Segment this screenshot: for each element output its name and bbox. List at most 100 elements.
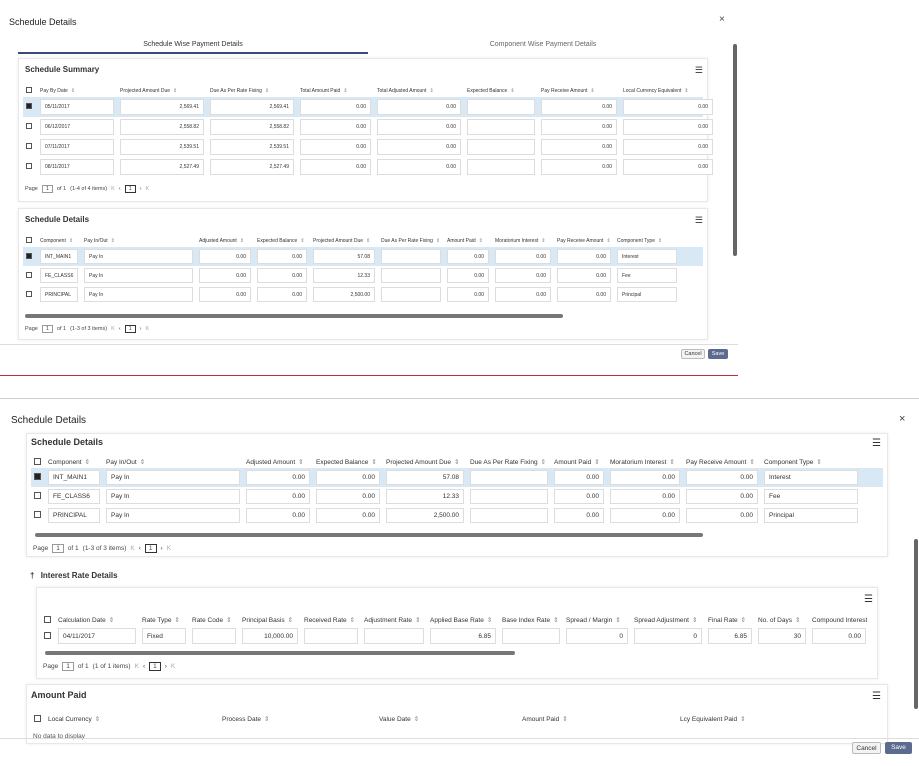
column-header[interactable]: Pay In/Out ⇕ xyxy=(81,238,196,244)
sort-icon[interactable]: ⇕ xyxy=(265,88,269,94)
column-header[interactable]: Calculation Date ⇕ xyxy=(55,616,139,624)
select-all-checkbox[interactable] xyxy=(44,615,51,623)
column-header[interactable]: Applied Base Rate ⇕ xyxy=(427,616,499,624)
column-header[interactable]: Component ⇕ xyxy=(37,238,81,244)
table-row[interactable]: PRINCIPAL Pay In 0.00 0.00 2,500.00 0.00 0.00 0… xyxy=(23,285,703,304)
column-header[interactable]: Adjustment Rate ⇕ xyxy=(361,616,427,624)
column-header[interactable]: Base Index Rate ⇕ xyxy=(499,616,563,624)
row-checkbox[interactable] xyxy=(26,290,32,297)
column-header[interactable]: Lcy Equivalent Paid ⇕ xyxy=(677,715,847,723)
sort-icon[interactable]: ⇕ xyxy=(749,459,754,466)
sort-icon[interactable]: ⇕ xyxy=(71,88,75,94)
sort-icon[interactable]: ⇕ xyxy=(175,617,180,624)
row-checkbox[interactable] xyxy=(44,631,51,639)
sort-icon[interactable]: ⇕ xyxy=(594,459,599,466)
column-menu-icon[interactable]: ☰ xyxy=(695,65,703,76)
row-checkbox[interactable] xyxy=(34,473,41,480)
sort-icon[interactable]: ⇕ xyxy=(816,459,821,466)
sort-icon[interactable]: ⇕ xyxy=(562,716,567,723)
column-header[interactable]: Due As Per Rate Fixing ⇕ xyxy=(207,88,297,94)
sort-icon[interactable]: ⇕ xyxy=(173,88,177,94)
first-page-icon[interactable]: K xyxy=(130,545,134,552)
page-number-input[interactable]: 1 xyxy=(41,185,53,193)
column-header[interactable]: Component ⇕ xyxy=(45,458,103,466)
sort-icon[interactable]: ⇕ xyxy=(553,617,558,624)
column-header[interactable]: Amount Paid ⇕ xyxy=(551,458,607,466)
column-header[interactable]: Total Adjusted Amount ⇕ xyxy=(374,88,464,94)
row-checkbox[interactable] xyxy=(26,103,32,109)
current-page-button[interactable]: 1 xyxy=(144,544,157,553)
sort-icon[interactable]: ⇕ xyxy=(606,238,610,244)
sort-icon[interactable]: ⇕ xyxy=(300,238,304,244)
vertical-scrollbar[interactable] xyxy=(733,44,737,256)
table-row[interactable]: 07/11/2017 2,539.51 2,539.51 0.00 0.00 0.00 0.… xyxy=(23,137,713,157)
column-header[interactable]: Expected Balance ⇕ xyxy=(464,88,538,94)
table-row[interactable]: INT_MAIN1 Pay In 0.00 0.00 57.08 0.00 0.00 0.00… xyxy=(31,468,883,487)
column-header[interactable]: Component Type ⇕ xyxy=(614,238,680,244)
sort-icon[interactable]: ⇕ xyxy=(111,238,115,244)
sort-icon[interactable]: ⇕ xyxy=(658,238,662,244)
sort-icon[interactable]: ⇕ xyxy=(69,238,73,244)
first-page-icon[interactable]: K xyxy=(111,186,115,192)
table-row[interactable]: FE_CLASS6 Pay In 0.00 0.00 12.33 0.00 0.00 0.00… xyxy=(31,487,883,506)
last-page-icon[interactable]: K xyxy=(146,326,150,332)
column-header[interactable]: Expected Balance ⇕ xyxy=(313,458,383,466)
horizontal-scrollbar[interactable] xyxy=(35,533,703,537)
sort-icon[interactable]: ⇕ xyxy=(350,617,355,624)
column-header[interactable]: Spread Adjustment ⇕ xyxy=(631,616,705,624)
column-header[interactable]: Moratorium Interest ⇕ xyxy=(492,238,554,244)
column-header[interactable]: Amount Paid ⇕ xyxy=(519,715,677,723)
column-menu-icon[interactable]: ☰ xyxy=(872,691,881,702)
save-button[interactable]: Save xyxy=(885,742,912,754)
column-header[interactable]: Received Rate ⇕ xyxy=(301,616,361,624)
sort-icon[interactable]: ⇕ xyxy=(541,459,546,466)
cancel-button[interactable]: Cancel xyxy=(852,742,881,754)
table-row[interactable]: 05/11/2017 2,569.41 2,569.41 0.00 0.00 0.00 0.… xyxy=(23,97,713,117)
table-row[interactable]: FE_CLASS6 Pay In 0.00 0.00 12.33 0.00 0.00 0.00… xyxy=(23,266,703,285)
column-header[interactable]: Total Amount Paid ⇕ xyxy=(297,88,374,94)
sort-icon[interactable]: ⇕ xyxy=(109,617,114,624)
column-header[interactable]: Process Date ⇕ xyxy=(219,715,376,723)
horizontal-scrollbar[interactable] xyxy=(45,651,515,655)
sort-icon[interactable]: ⇕ xyxy=(371,459,376,466)
sort-icon[interactable]: ⇕ xyxy=(615,617,620,624)
table-row[interactable]: 08/11/2017 2,527.49 2,527.49 0.00 0.00 0.00 0.… xyxy=(23,157,713,177)
last-page-icon[interactable]: K xyxy=(167,545,171,552)
row-checkbox[interactable] xyxy=(26,163,32,169)
column-header[interactable]: Value Date ⇕ xyxy=(376,715,519,723)
page-number-input[interactable]: 1 xyxy=(41,325,53,333)
last-page-icon[interactable]: K xyxy=(146,186,150,192)
current-page-button[interactable]: 1 xyxy=(149,662,161,671)
column-header[interactable]: Pay In/Out ⇕ xyxy=(103,458,243,466)
first-page-icon[interactable]: K xyxy=(111,326,115,332)
cancel-button[interactable]: Cancel xyxy=(681,349,705,359)
column-header[interactable]: Due As Per Rate Fixing ⇕ xyxy=(467,458,551,466)
column-header[interactable]: Adjusted Amount ⇕ xyxy=(243,458,313,466)
column-header[interactable]: Pay Receive Amount ⇕ xyxy=(554,238,614,244)
page-number-input[interactable]: 1 xyxy=(62,662,74,671)
table-row[interactable]: 06/12/2017 2,558.82 2,558.82 0.00 0.00 0.00 0.… xyxy=(23,117,713,137)
column-header[interactable]: No. of Days ⇕ xyxy=(755,616,809,624)
sort-icon[interactable]: ⇕ xyxy=(541,238,545,244)
sort-icon[interactable]: ⇕ xyxy=(226,617,231,624)
vertical-scrollbar[interactable] xyxy=(914,539,918,709)
sort-icon[interactable]: ⇕ xyxy=(741,617,746,624)
prev-page-icon[interactable]: ‹ xyxy=(119,186,121,192)
sort-icon[interactable]: ⇕ xyxy=(590,88,594,94)
close-icon[interactable]: × xyxy=(899,413,905,425)
column-menu-icon[interactable]: ☰ xyxy=(695,215,703,226)
sort-icon[interactable]: ⇕ xyxy=(479,238,483,244)
sort-icon[interactable]: ⇕ xyxy=(95,716,100,723)
sort-icon[interactable]: ⇕ xyxy=(429,88,433,94)
current-page-button[interactable]: 1 xyxy=(124,185,136,193)
column-header[interactable]: Pay Receive Amount ⇕ xyxy=(683,458,761,466)
next-page-icon[interactable]: › xyxy=(165,663,167,670)
row-checkbox[interactable] xyxy=(26,143,32,149)
sort-icon[interactable]: ⇕ xyxy=(414,716,419,723)
column-header[interactable]: Amount Paid ⇕ xyxy=(444,238,492,244)
sort-icon[interactable]: ⇕ xyxy=(366,238,370,244)
column-header[interactable]: Rate Type ⇕ xyxy=(139,616,189,624)
column-header[interactable]: Adjusted Amount ⇕ xyxy=(196,238,254,244)
column-header[interactable]: Spread / Margin ⇕ xyxy=(563,616,631,624)
select-all-checkbox[interactable] xyxy=(34,714,41,722)
